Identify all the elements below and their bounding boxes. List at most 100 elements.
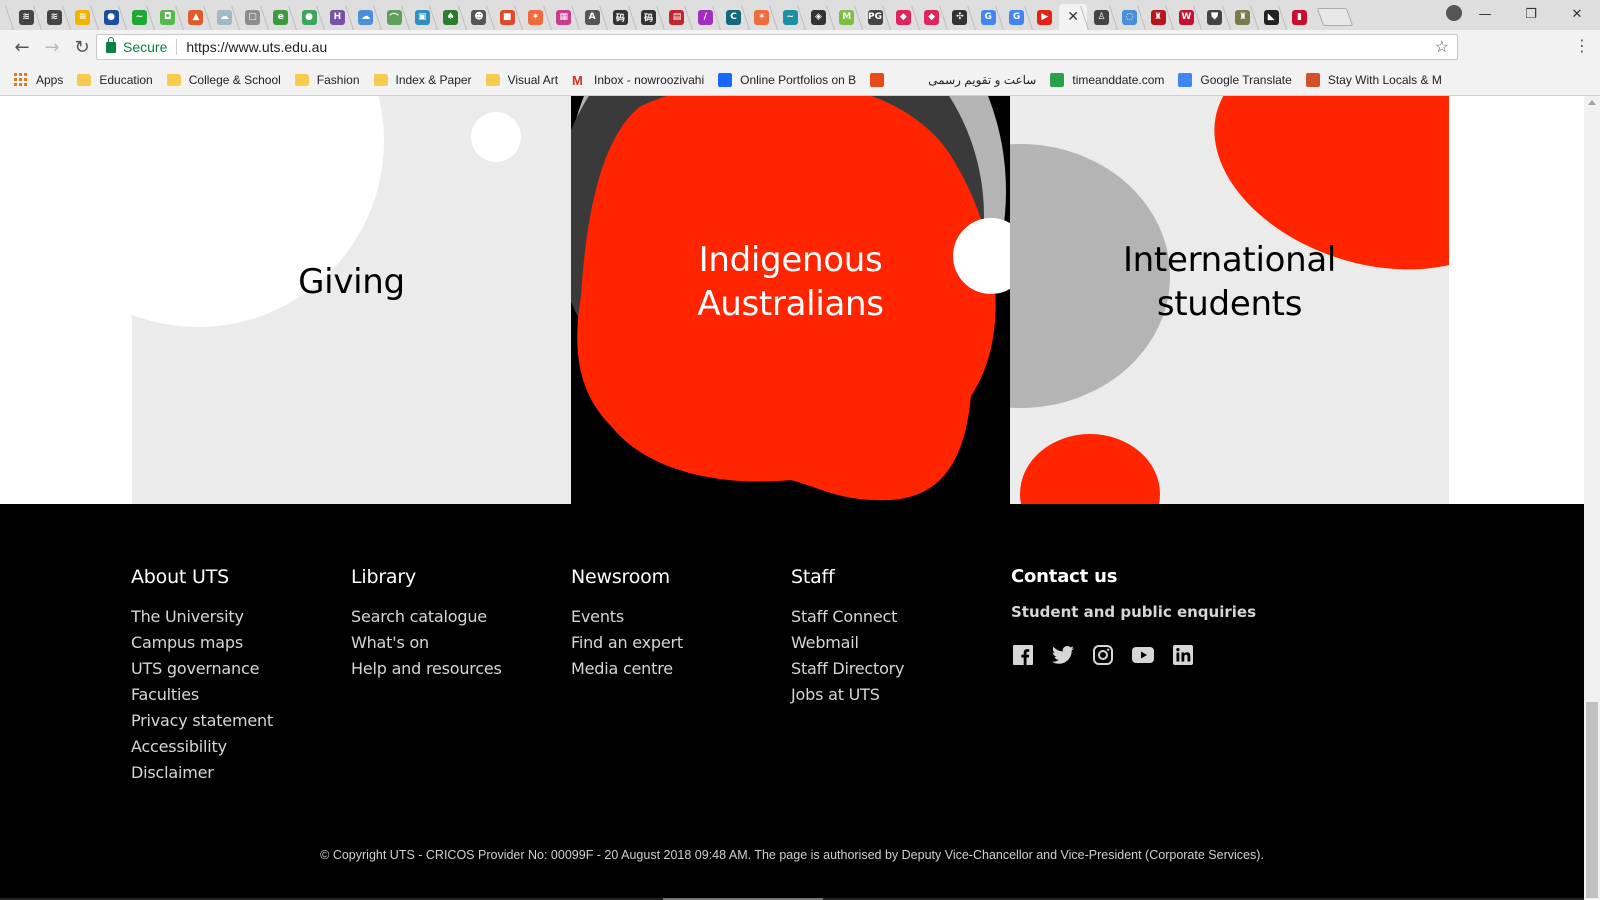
profile-icon[interactable] (1446, 5, 1462, 21)
footer-heading[interactable]: About UTS (131, 566, 341, 588)
footer-link[interactable]: Help and resources (351, 656, 561, 682)
lock-icon (106, 36, 116, 53)
bookmark-item[interactable]: Stay With Locals & M (1305, 72, 1442, 87)
browser-tab[interactable]: ▮ (1285, 4, 1313, 30)
messenger-icon: ~ (131, 9, 147, 25)
loading-icon: ◌ (1122, 9, 1138, 25)
footer-heading[interactable]: Staff (791, 566, 1001, 588)
scroll-up-arrow-icon[interactable] (1588, 100, 1596, 105)
bookmark-label: Visual Art (507, 72, 559, 87)
bookmark-item[interactable]: M Inbox - nowroozivahi (572, 73, 704, 88)
footer-link[interactable]: Search catalogue (351, 604, 561, 630)
social-links (1011, 643, 1311, 667)
footer-link[interactable]: Find an expert (571, 630, 781, 656)
bookmark-item[interactable]: College & School (166, 72, 281, 87)
browser-tab[interactable]: ▶ (1031, 4, 1059, 30)
bookmark-item[interactable]: Online Portfolios on B (718, 72, 856, 87)
footer-link[interactable]: Accessibility (131, 734, 341, 760)
footer-link[interactable]: Disclaimer (131, 760, 341, 786)
a-icon: A (584, 9, 600, 25)
reload-button[interactable]: ↻ (68, 37, 96, 58)
figure-icon: ♙ (1093, 9, 1109, 25)
tile-title: Giving (132, 260, 571, 304)
chart-icon: ⌒ (386, 9, 402, 25)
footer-link[interactable]: Events (571, 604, 781, 630)
bookmark-item[interactable]: Apps (14, 73, 63, 87)
bookmark-item[interactable] (870, 72, 892, 87)
bookmark-icon: ≡ (75, 9, 91, 25)
menu-icon[interactable]: ⋮ (1568, 36, 1596, 55)
google-drive-icon: ▲ (188, 9, 204, 25)
address-separator (176, 39, 178, 55)
enquiries-label[interactable]: Student and public enquiries (1011, 603, 1311, 621)
folder-icon (166, 73, 181, 86)
instagram-icon[interactable] (1091, 643, 1115, 667)
twitter-icon[interactable] (1051, 643, 1075, 667)
footer-column-about: About UTS The University Campus maps UTS… (131, 566, 341, 786)
site-favicon-icon (1305, 72, 1320, 87)
footer-link[interactable]: The University (131, 604, 341, 630)
tile-giving[interactable]: Giving (132, 96, 571, 504)
folder-icon (373, 73, 388, 86)
globe-icon: ● (301, 9, 317, 25)
linkedin-icon[interactable] (1171, 643, 1195, 667)
back-button[interactable]: ← (8, 37, 36, 58)
tile-title-line: Australians (697, 284, 884, 324)
tile-international-students[interactable]: International students (1010, 96, 1449, 504)
bookmark-label: Education (99, 72, 153, 87)
footer-link[interactable]: Jobs at UTS (791, 682, 1001, 708)
address-bar[interactable]: Secure https://www.uts.edu.au ☆ (96, 34, 1458, 60)
facebook-icon[interactable] (1011, 643, 1035, 667)
bookmark-label: Stay With Locals & M (1327, 72, 1442, 87)
close-icon[interactable]: ✕ (1066, 9, 1081, 25)
footer-link[interactable]: What's on (351, 630, 561, 656)
tab-list: ≋ ≋ ≡ ● ~ ◘ ▲ ☁ ▢ e ● H ☁ ⌒ ▣ ♠ ☻ ■ ✶ ▦ A 码码 ▤ / C ✶ ~ ◈ M PG ◆ ◆ ✣ G G ▶ ✕ ♙… (0, 4, 1314, 30)
bookmark-item[interactable]: Visual Art (485, 72, 559, 87)
footer-link[interactable]: Faculties (131, 682, 341, 708)
bookmark-item[interactable]: Index & Paper (373, 72, 472, 87)
site-icon: ◘ (160, 9, 176, 25)
cloud-icon: ☁ (216, 9, 232, 25)
footer-link[interactable]: UTS governance (131, 656, 341, 682)
bookmark-item[interactable]: Fashion (294, 72, 360, 87)
folder-icon (485, 73, 500, 86)
tile-indigenous-australians[interactable]: Indigenous Australians (571, 96, 1010, 504)
bookmark-item[interactable]: Google Translate (1178, 72, 1292, 87)
footer-link[interactable]: Staff Connect (791, 604, 1001, 630)
scroll-thumb[interactable] (1586, 702, 1598, 898)
footer-heading[interactable]: Library (351, 566, 561, 588)
bookmark-item[interactable]: timeanddate.com (1050, 72, 1164, 87)
new-tab-button[interactable] (1316, 8, 1353, 26)
restore-button[interactable]: ❐ (1508, 7, 1554, 22)
footer-heading[interactable]: Newsroom (571, 566, 781, 588)
footer-link[interactable]: Media centre (571, 656, 781, 682)
close-window-button[interactable]: ✕ (1554, 7, 1600, 22)
bookmark-label: College & School (188, 72, 281, 87)
tile-title-line: International (1122, 240, 1337, 280)
contact-heading[interactable]: Contact us (1011, 566, 1311, 587)
monitor-icon: ▣ (414, 9, 430, 25)
footer-link[interactable]: Campus maps (131, 630, 341, 656)
site-favicon-icon (1178, 72, 1193, 87)
vertical-scrollbar[interactable] (1584, 96, 1600, 900)
form-icon: ▤ (669, 9, 685, 25)
book-icon: ◆ (924, 9, 940, 25)
bookmark-star-icon[interactable]: ☆ (1435, 37, 1449, 57)
footer-link[interactable]: Webmail (791, 630, 1001, 656)
kanji-icon: 码 (612, 9, 628, 25)
tab-strip: ≋ ≋ ≡ ● ~ ◘ ▲ ☁ ▢ e ● H ☁ ⌒ ▣ ♠ ☻ ■ ✶ ▦ A 码码 ▤ / C ✶ ~ ◈ M PG ◆ ◆ ✣ G G ▶ ✕ ♙… (0, 0, 1600, 30)
bookmark-item[interactable]: ساعت و تقویم رسمی (906, 72, 1036, 87)
minimize-button[interactable]: — (1462, 7, 1508, 22)
owl-icon: ◈ (810, 9, 826, 25)
bookmark-label: Index & Paper (395, 72, 472, 87)
letter-m-icon: M (839, 9, 855, 25)
bookmark-item[interactable]: Education (77, 72, 153, 87)
footer-link[interactable]: Staff Directory (791, 656, 1001, 682)
footer-link[interactable]: Privacy statement (131, 708, 341, 734)
forward-button[interactable]: → (38, 37, 66, 58)
url-text[interactable]: https://www.uts.edu.au (186, 39, 327, 55)
pen-icon: / (697, 9, 713, 25)
bookmark-label: Fashion (316, 72, 360, 87)
youtube-icon[interactable] (1131, 643, 1155, 667)
page-icon: ▢ (245, 9, 261, 25)
